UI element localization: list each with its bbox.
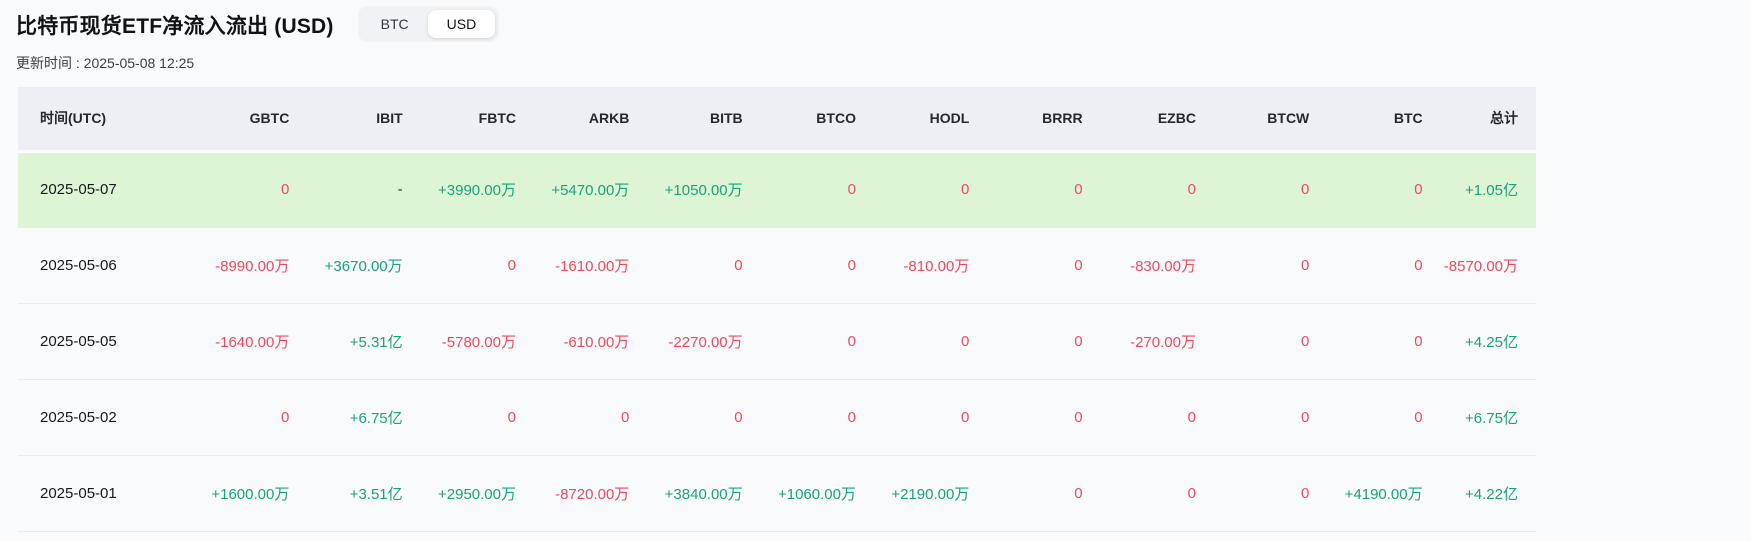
toggle-usd-button[interactable]: USD <box>427 10 496 38</box>
value-cell: +1060.00万 <box>777 485 856 503</box>
value-cell: 0 <box>1300 484 1310 502</box>
value-cell: 0 <box>1074 484 1083 502</box>
value-cell: +4.25亿 <box>1465 333 1518 351</box>
column-header: GBTC <box>176 87 290 153</box>
value-cell: +3990.00万 <box>438 182 516 199</box>
value-cell: 0 <box>1300 181 1310 198</box>
value-cell: 0 <box>1187 484 1196 502</box>
value-cell: -270.00万 <box>1130 333 1196 351</box>
value-cell: 0 <box>1074 256 1083 274</box>
value-cell: 0 <box>1300 256 1310 274</box>
value-cell: 0 <box>960 332 970 350</box>
value-cell: 0 <box>280 181 290 198</box>
column-header: 总计 <box>1422 87 1536 153</box>
column-header: FBTC <box>402 87 516 153</box>
date-cell: 2025-05-05 <box>40 332 117 350</box>
page-title: 比特币现货ETF净流入流出 (USD) <box>16 15 334 38</box>
value-cell: -610.00万 <box>563 333 630 351</box>
table-row: 2025-05-06 -8990.00万 +3670.00万 0 -1610.00万 0 0… <box>18 227 1536 303</box>
value-cell: 0 <box>1187 408 1196 426</box>
column-header: BTCO <box>742 87 856 153</box>
value-cell: 0 <box>1414 332 1423 350</box>
value-cell: 0 <box>1414 408 1423 426</box>
value-cell: +2950.00万 <box>438 485 516 503</box>
value-cell: 0 <box>1414 181 1423 198</box>
column-header: IBIT <box>289 87 403 153</box>
value-cell: 0 <box>960 181 970 198</box>
value-cell: 0 <box>1414 256 1423 274</box>
table-row: 2025-05-07 0 - +3990.00万 +5470.00万 +1050.00万 0… <box>18 151 1536 227</box>
value-cell: 0 <box>1074 408 1083 426</box>
value-cell: 0 <box>1074 332 1083 350</box>
value-cell: -2270.00万 <box>668 333 743 351</box>
column-header: 时间(UTC) <box>18 87 176 153</box>
value-cell: 0 <box>847 408 856 426</box>
value-cell: +6.75亿 <box>1465 409 1518 427</box>
value-cell: +2190.00万 <box>891 485 970 503</box>
value-cell: -810.00万 <box>903 257 970 275</box>
value-cell: -8720.00万 <box>555 485 630 503</box>
header-bar: 比特币现货ETF净流入流出 (USD) BTC USD <box>14 6 1737 42</box>
value-cell: +1.05亿 <box>1465 182 1518 199</box>
column-header: ARKB <box>515 87 630 153</box>
table-row: 2025-05-01 +1600.00万 +3.51亿 +2950.00万 -8720.… <box>18 455 1536 531</box>
table-header: 时间(UTC) GBTC IBIT FBTC ARKB BITB BTCO HODL BRRR E… <box>18 87 1536 153</box>
column-header: BITB <box>629 87 743 153</box>
etf-flow-table: 时间(UTC) GBTC IBIT FBTC ARKB BITB BTCO HODL BRRR E… <box>18 87 1536 532</box>
value-cell: 0 <box>507 408 516 426</box>
value-cell: 0 <box>1300 332 1310 350</box>
date-cell: 2025-05-07 <box>40 181 117 198</box>
value-cell: -8570.00万 <box>1443 257 1518 275</box>
value-cell: 0 <box>507 256 516 274</box>
value-cell: +3670.00万 <box>324 257 403 275</box>
value-cell: 0 <box>734 408 743 426</box>
date-cell: 2025-05-01 <box>40 484 117 502</box>
value-cell: -8990.00万 <box>215 257 290 275</box>
value-cell: - <box>397 181 403 198</box>
value-cell: 0 <box>280 408 290 426</box>
value-cell: +3840.00万 <box>664 485 743 503</box>
column-header: EZBC <box>1082 87 1196 153</box>
value-cell: -1610.00万 <box>555 257 630 275</box>
table-header-row: 时间(UTC) GBTC IBIT FBTC ARKB BITB BTCO HODL BRRR E… <box>18 87 1536 153</box>
value-cell: +1050.00万 <box>664 182 743 199</box>
column-header: BTC <box>1309 87 1423 153</box>
column-header: BTCW <box>1195 87 1310 153</box>
value-cell: -5780.00万 <box>441 333 516 351</box>
updated-time: 更新时间 : 2025-05-08 12:25 <box>16 55 195 71</box>
value-cell: +5470.00万 <box>551 182 630 199</box>
value-cell: 0 <box>620 408 630 426</box>
value-cell: 0 <box>1187 181 1196 198</box>
value-cell: -1640.00万 <box>215 333 290 351</box>
unit-toggle: BTC USD <box>357 6 500 42</box>
column-header: BRRR <box>969 87 1083 153</box>
value-cell: +5.31亿 <box>349 333 403 351</box>
table-row: 2025-05-02 0 +6.75亿 0 0 0 0 0 0 0 0 0 +6.75亿 <box>18 379 1536 455</box>
value-cell: +6.75亿 <box>349 409 403 427</box>
table-row: 2025-05-05 -1640.00万 +5.31亿 -5780.00万 -610.0… <box>18 303 1536 379</box>
value-cell: +1600.00万 <box>211 485 290 503</box>
value-cell: 0 <box>1300 408 1310 426</box>
value-cell: +4190.00万 <box>1344 485 1423 503</box>
value-cell: 0 <box>960 408 970 426</box>
table-body: 2025-05-07 0 - +3990.00万 +5470.00万 +1050.00万 0… <box>18 151 1536 531</box>
value-cell: +3.51亿 <box>349 485 403 503</box>
value-cell: 0 <box>1074 181 1083 198</box>
value-cell: 0 <box>734 256 743 274</box>
page: 比特币现货ETF净流入流出 (USD) BTC USD 更新时间 : 2025-… <box>0 0 1751 532</box>
value-cell: 0 <box>847 181 856 198</box>
value-cell: -830.00万 <box>1130 257 1196 275</box>
date-cell: 2025-05-02 <box>40 408 117 426</box>
toggle-btc-button[interactable]: BTC <box>362 10 428 38</box>
value-cell: +4.22亿 <box>1465 485 1518 503</box>
column-header: HODL <box>855 87 970 153</box>
value-cell: 0 <box>847 332 856 350</box>
value-cell: 0 <box>847 256 856 274</box>
date-cell: 2025-05-06 <box>40 256 117 274</box>
